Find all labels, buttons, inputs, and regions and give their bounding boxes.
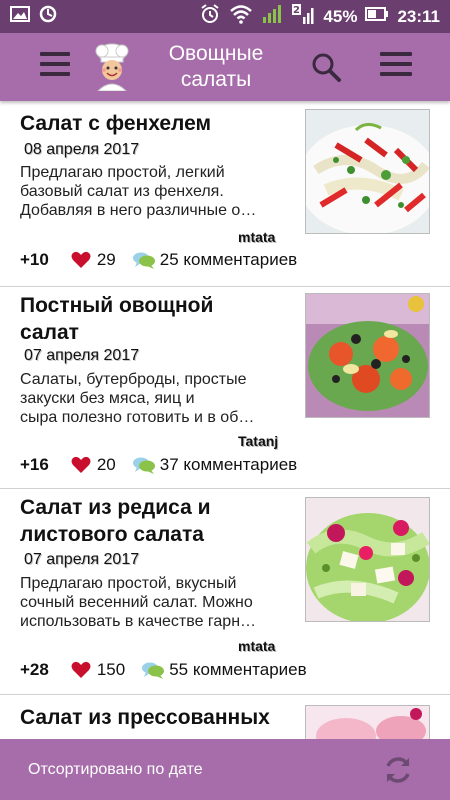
item-author[interactable]: mtata (238, 638, 275, 654)
comments-icon (142, 662, 165, 679)
like-count: 20 (96, 455, 116, 474)
list-item[interactable]: Салат из редиса и листового салата 07 ап… (0, 489, 450, 695)
comments-icon (132, 457, 155, 474)
item-stats: +16 20 37 комментариев (20, 455, 297, 475)
recipe-list: Салат с фенхелем 08 апреля 2017 Предлага… (0, 101, 450, 739)
item-stats: +10 29 25 комментариев (20, 250, 297, 270)
comment-count: 37 комментариев (159, 455, 298, 474)
item-author[interactable]: Tatanj (238, 433, 278, 449)
like-count: 150 (96, 660, 126, 679)
item-title: Салат с фенхелем (20, 112, 212, 135)
heart-icon (71, 661, 91, 678)
heart-icon (71, 456, 91, 473)
comments[interactable]: 37 комментариев (132, 455, 297, 475)
list-item[interactable]: Салат с фенхелем 08 апреля 2017 Предлага… (0, 101, 450, 287)
data-icon (261, 3, 283, 30)
title-line-2: салаты (180, 68, 252, 91)
comments[interactable]: 55 комментариев (141, 660, 307, 680)
app-bar: Овощные салаты (0, 33, 450, 101)
recipe-photo (305, 293, 430, 418)
title-line-1: Овощные (168, 42, 264, 65)
item-title: Салат из редиса и листового салата (20, 496, 211, 546)
bottom-bar: Отсортировано по дате (0, 739, 450, 800)
likes[interactable]: 29 (71, 250, 116, 270)
page-title: Овощные салаты (150, 41, 282, 93)
search-icon[interactable] (310, 51, 342, 83)
item-date: 07 апреля 2017 (24, 347, 140, 364)
battery-icon (365, 6, 389, 27)
comment-count: 25 комментариев (159, 250, 298, 269)
item-description: Предлагаю простой, легкий базовый салат … (20, 164, 257, 219)
comments-icon (132, 252, 155, 269)
svg-text:2: 2 (293, 5, 300, 16)
vote-count: +10 (20, 250, 49, 269)
signal-icon: 2 (291, 3, 315, 30)
item-date: 08 апреля 2017 (24, 141, 140, 158)
hamburger-icon[interactable] (40, 52, 70, 80)
item-description: Салаты, бутерброды, простые закуски без … (20, 371, 255, 426)
item-stats: +28 150 55 комментариев (20, 660, 307, 680)
heart-icon (71, 251, 91, 268)
likes[interactable]: 20 (71, 455, 116, 475)
list-item[interactable]: Постный овощной салат 07 апреля 2017 Сал… (0, 287, 450, 489)
vote-count: +28 (20, 660, 49, 679)
wifi-icon (229, 4, 253, 29)
sort-label[interactable]: Отсортировано по дате (28, 761, 203, 779)
chef-logo-icon (90, 43, 134, 92)
alarm-icon (199, 3, 221, 30)
recipe-photo (305, 497, 430, 622)
sync-icon (38, 4, 58, 29)
item-description: Предлагаю простой, вкусный сочный весенн… (20, 575, 257, 630)
comment-count: 55 комментариев (169, 660, 307, 679)
battery-percent: 45% (323, 6, 358, 26)
refresh-icon[interactable] (381, 753, 415, 787)
item-author[interactable]: mtata (238, 229, 275, 245)
comments[interactable]: 25 комментариев (132, 250, 297, 270)
status-bar: 2 45% 23:11 (0, 0, 450, 33)
item-date: 07 апреля 2017 (24, 551, 140, 568)
item-title: Постный овощной салат (20, 294, 214, 344)
like-count: 29 (96, 250, 116, 269)
likes[interactable]: 150 (71, 660, 125, 680)
recipe-photo (305, 705, 430, 739)
list-item[interactable]: Салат из прессованных (0, 695, 450, 739)
menu-icon[interactable] (380, 52, 412, 80)
clock: 23:11 (397, 6, 440, 26)
item-title: Салат из прессованных (20, 706, 270, 729)
vote-count: +16 (20, 455, 49, 474)
gallery-icon (10, 6, 30, 27)
recipe-photo (305, 109, 430, 234)
